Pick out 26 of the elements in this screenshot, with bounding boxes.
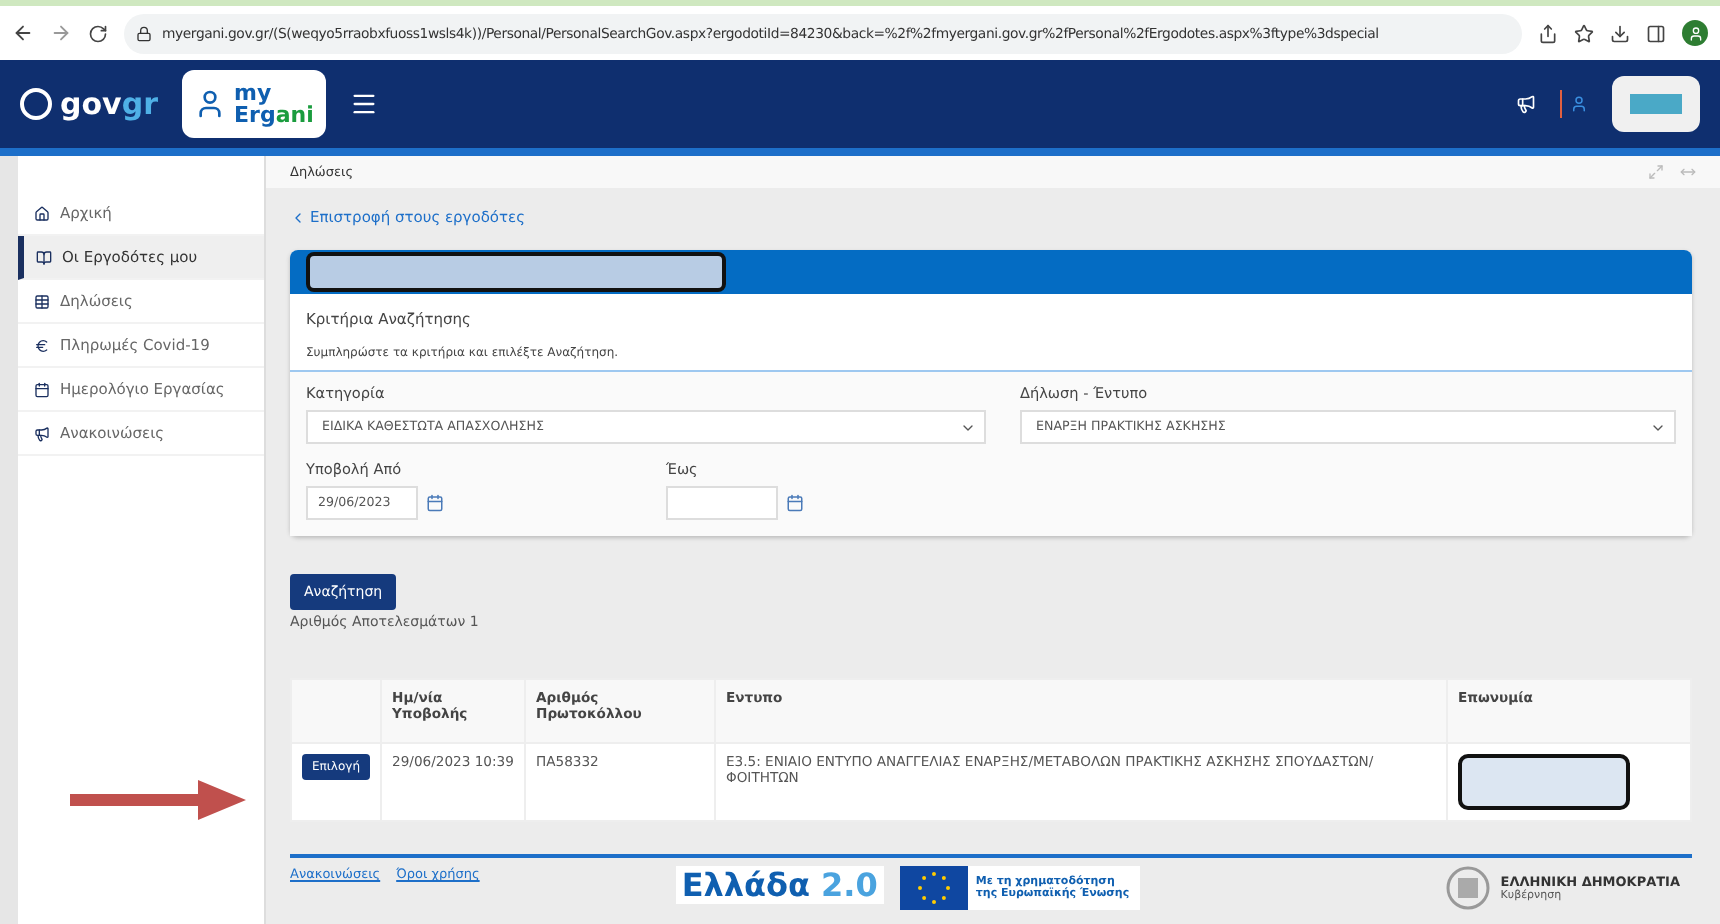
download-icon[interactable] <box>1610 23 1630 43</box>
forward-icon[interactable] <box>50 22 72 44</box>
calendar-icon <box>34 381 50 397</box>
profile-icon[interactable] <box>1682 20 1708 46</box>
megaphone-icon <box>34 425 50 441</box>
megaphone-icon[interactable] <box>1516 94 1536 114</box>
home-icon <box>34 205 50 221</box>
table-icon <box>34 293 50 309</box>
user-icon[interactable] <box>1560 90 1588 118</box>
lock-icon <box>136 25 152 41</box>
star-icon[interactable] <box>1574 23 1594 43</box>
calendar-icon[interactable] <box>426 494 444 512</box>
redaction-box <box>1612 76 1700 132</box>
euro-icon <box>34 337 50 353</box>
govgr-logo[interactable]: govgr <box>20 86 158 122</box>
side-panel-icon[interactable] <box>1646 23 1666 43</box>
greece-2-logo: Ελλάδα 2.0 <box>675 866 884 904</box>
reload-icon[interactable] <box>88 23 108 43</box>
calendar-icon[interactable] <box>786 494 804 512</box>
date-field[interactable] <box>666 486 778 520</box>
menu-icon[interactable] <box>349 90 378 118</box>
share-icon[interactable] <box>1538 23 1558 43</box>
chevron-left-icon <box>290 209 306 225</box>
book-icon <box>36 249 52 265</box>
myergani-logo[interactable]: my Ergani <box>181 70 326 138</box>
back-icon[interactable] <box>12 22 34 44</box>
